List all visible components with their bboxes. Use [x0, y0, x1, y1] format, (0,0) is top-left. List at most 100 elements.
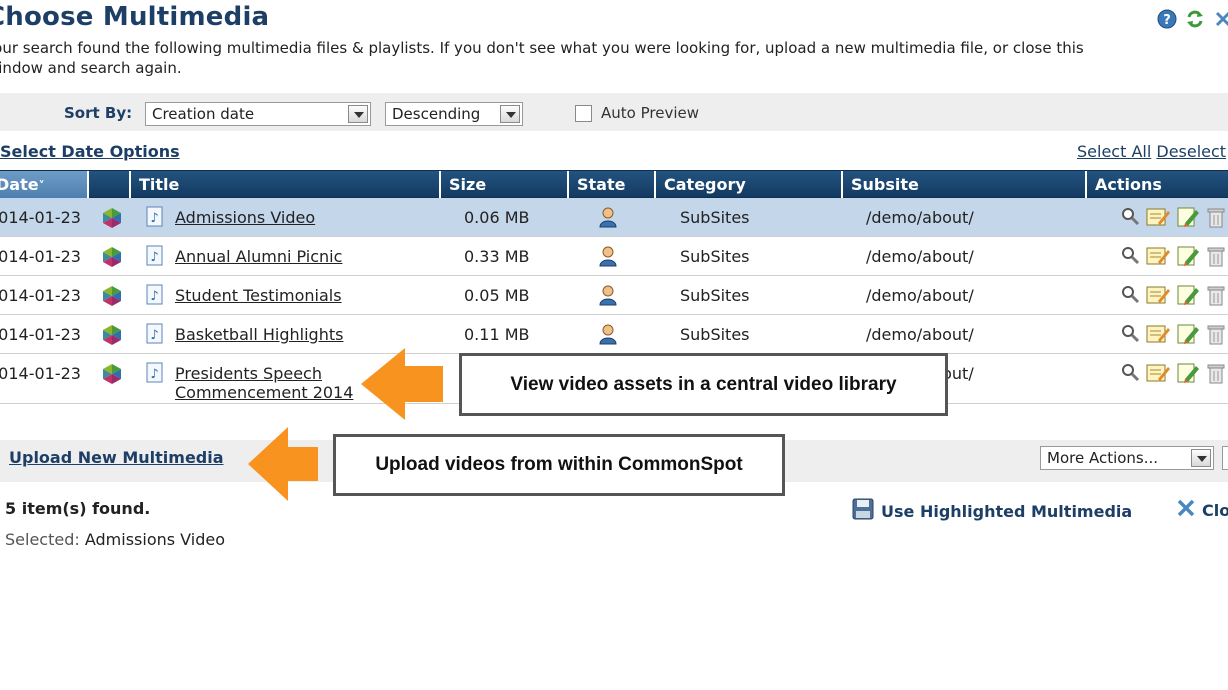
user-state-icon [598, 284, 618, 310]
close-button[interactable]: Close [1176, 498, 1228, 522]
table-row[interactable]: 2014-01-23 ♪ Annual Alumni Picnic 0.33 M… [0, 237, 1228, 276]
svg-text:♪: ♪ [150, 211, 158, 226]
row-title-link[interactable]: Admissions Video [175, 208, 315, 227]
more-actions-go-button[interactable] [1222, 446, 1228, 470]
description: Your search found the following multimed… [0, 38, 1226, 78]
column-title[interactable]: Title [131, 171, 441, 198]
audio-file-icon: ♪ [146, 362, 164, 388]
auto-preview-checkbox[interactable] [575, 105, 592, 122]
chevron-down-icon[interactable] [348, 105, 368, 123]
row-actions [1120, 245, 1226, 271]
row-title-link[interactable]: Annual Alumni Picnic [175, 247, 342, 266]
preview-icon[interactable] [1120, 323, 1140, 349]
callout-arrow-upload [248, 427, 318, 501]
multimedia-type-icon [100, 207, 124, 233]
preview-icon[interactable] [1120, 245, 1140, 271]
close-label: Close [1202, 500, 1228, 520]
sort-order-value: Descending [392, 105, 481, 123]
column-date-label: Date [0, 175, 39, 194]
row-size: 0.06 MB [464, 208, 530, 227]
chevron-down-icon[interactable] [1191, 449, 1211, 467]
svg-text:♪: ♪ [150, 250, 158, 265]
multimedia-type-icon [100, 324, 124, 350]
delete-icon[interactable] [1206, 362, 1226, 388]
select-all-link[interactable]: Select All [1077, 142, 1151, 161]
edit-file-icon[interactable] [1176, 323, 1200, 349]
user-state-icon [598, 245, 618, 271]
row-title-line-1: Presidents Speech [175, 364, 322, 383]
close-window-icon[interactable] [1212, 8, 1228, 30]
edit-file-icon[interactable] [1176, 206, 1200, 232]
column-size[interactable]: Size [441, 171, 569, 198]
edit-file-icon[interactable] [1176, 245, 1200, 271]
audio-file-icon: ♪ [146, 323, 164, 349]
preview-icon[interactable] [1120, 362, 1140, 388]
row-size: 0.11 MB [464, 325, 530, 344]
column-subsite[interactable]: Subsite [843, 171, 1087, 198]
edit-properties-icon[interactable] [1146, 362, 1170, 388]
preview-icon[interactable] [1120, 284, 1140, 310]
audio-file-icon: ♪ [146, 206, 164, 232]
sort-field-value: Creation date [152, 105, 255, 123]
chevron-down-icon[interactable] [500, 105, 520, 123]
multimedia-type-icon [100, 285, 124, 311]
refresh-icon[interactable] [1184, 8, 1206, 30]
edit-file-icon[interactable] [1176, 284, 1200, 310]
edit-properties-icon[interactable] [1146, 284, 1170, 310]
edit-properties-icon[interactable] [1146, 206, 1170, 232]
column-state[interactable]: State [569, 171, 656, 198]
row-actions [1120, 323, 1226, 349]
row-actions [1120, 362, 1226, 388]
save-disk-icon [852, 498, 874, 524]
delete-icon[interactable] [1206, 323, 1226, 349]
selection-links: Select All Deselect [1077, 142, 1226, 161]
row-actions [1120, 206, 1226, 232]
row-date: 2014-01-23 [0, 208, 81, 227]
edit-file-icon[interactable] [1176, 362, 1200, 388]
selected-item: Selected: Admissions Video [5, 530, 225, 549]
multimedia-type-icon [100, 363, 124, 389]
row-subsite: /demo/about/ [866, 286, 974, 305]
row-subsite: /demo/about/ [866, 247, 974, 266]
upload-new-multimedia-link[interactable]: Upload New Multimedia [9, 448, 224, 467]
row-category: SubSites [680, 286, 750, 305]
use-highlighted-label: Use Highlighted Multimedia [881, 501, 1133, 521]
column-date[interactable]: Date˅ [0, 171, 89, 198]
use-highlighted-button[interactable]: Use Highlighted Multimedia [852, 498, 1132, 524]
selected-label: Selected: [5, 530, 80, 549]
table-row[interactable]: 2014-01-23 ♪ Student Testimonials 0.05 M… [0, 276, 1228, 315]
table-row[interactable]: 2014-01-23 ♪ Basketball Highlights 0.11 … [0, 315, 1228, 354]
row-category: SubSites [680, 208, 750, 227]
audio-file-icon: ♪ [146, 245, 164, 271]
table-row[interactable]: 2014-01-23 ♪ Admissions Video 0.06 MB Su… [0, 198, 1228, 237]
sort-indicator-icon: ˅ [38, 179, 45, 193]
edit-properties-icon[interactable] [1146, 323, 1170, 349]
edit-properties-icon[interactable] [1146, 245, 1170, 271]
help-icon[interactable]: ? [1156, 8, 1178, 30]
deselect-link[interactable]: Deselect [1156, 142, 1226, 161]
preview-icon[interactable] [1120, 206, 1140, 232]
selected-value: Admissions Video [84, 530, 225, 549]
close-icon [1176, 498, 1196, 522]
user-state-icon [598, 206, 618, 232]
delete-icon[interactable] [1206, 284, 1226, 310]
row-title-link[interactable]: Presidents Speech Commencement 2014 [175, 364, 375, 402]
sort-order-select[interactable]: Descending [385, 102, 523, 126]
column-category[interactable]: Category [656, 171, 843, 198]
row-date: 2014-01-23 [0, 364, 81, 383]
multimedia-type-icon [100, 246, 124, 272]
sort-by-label: Sort By: [64, 104, 133, 122]
row-size: 0.05 MB [464, 286, 530, 305]
row-date: 2014-01-23 [0, 247, 81, 266]
callout-upload: Upload videos from within CommonSpot [333, 434, 785, 496]
description-line-2: window and search again. [0, 59, 182, 77]
row-title-link[interactable]: Basketball Highlights [175, 325, 343, 344]
select-date-options-link[interactable]: Select Date Options [0, 142, 180, 161]
page-title: Choose Multimedia [0, 2, 270, 32]
more-actions-select[interactable]: More Actions... [1040, 446, 1214, 470]
delete-icon[interactable] [1206, 245, 1226, 271]
sort-field-select[interactable]: Creation date [145, 102, 371, 126]
delete-icon[interactable] [1206, 206, 1226, 232]
items-found-count: 5 item(s) found. [5, 499, 151, 518]
row-title-link[interactable]: Student Testimonials [175, 286, 342, 305]
